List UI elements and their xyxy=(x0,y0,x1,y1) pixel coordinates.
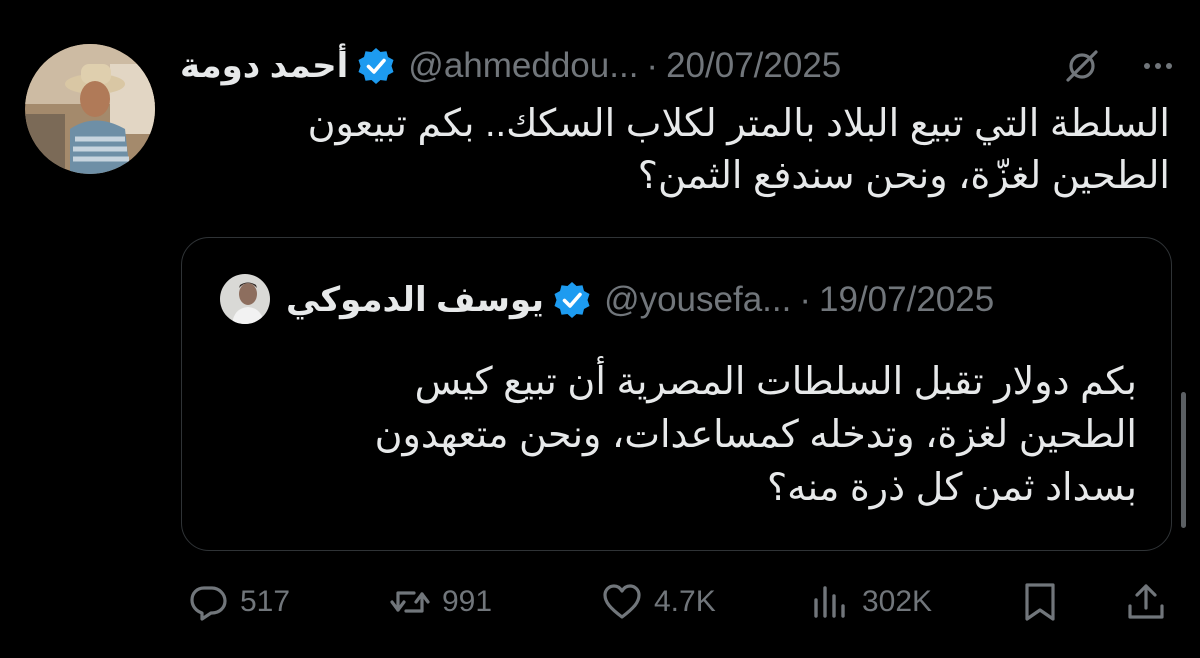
author-name[interactable]: أحمد دومة xyxy=(180,46,348,86)
bookmark-icon xyxy=(1025,583,1055,621)
meta-separator: · xyxy=(646,46,659,85)
share-icon xyxy=(1128,584,1164,619)
verified-badge-icon xyxy=(356,46,396,86)
meta-separator: · xyxy=(799,280,812,319)
heart-icon xyxy=(603,584,641,619)
reply-count: 517 xyxy=(240,585,291,618)
quoted-tweet-card[interactable]: يوسف الدموكي @yousefa... · 19/07/2025 بك… xyxy=(181,237,1172,551)
verified-badge-icon xyxy=(552,280,592,320)
views-chart-icon xyxy=(814,586,845,618)
tweet-text: السلطة التي تبيع البلاد بالمتر لكلاب الس… xyxy=(307,103,1170,197)
author-handle[interactable]: @ahmeddou... xyxy=(408,46,638,86)
tweet-header: أحمد دومة @ahmeddou... · 20/07/2025 xyxy=(180,40,1178,92)
quoted-author-avatar xyxy=(220,274,270,324)
views-button[interactable]: 302K xyxy=(808,574,932,630)
bookmark-button[interactable] xyxy=(1018,574,1072,630)
quoted-author-handle: @yousefa... xyxy=(604,280,792,319)
reply-button[interactable]: 517 xyxy=(186,574,290,630)
repost-icon xyxy=(390,591,430,613)
quoted-author-name: يوسف الدموكي xyxy=(286,281,545,319)
like-button[interactable]: 4.7K xyxy=(600,574,716,630)
repost-count: 991 xyxy=(442,585,493,618)
grok-icon[interactable] xyxy=(1062,46,1102,86)
repost-button[interactable]: 991 xyxy=(388,574,492,630)
more-options-icon[interactable] xyxy=(1138,46,1178,86)
author-avatar[interactable] xyxy=(25,44,155,174)
quoted-tweet-text: بكم دولار تقبل السلطات المصرية أن تبيع ك… xyxy=(374,361,1137,509)
share-button[interactable] xyxy=(1124,574,1178,630)
reply-icon xyxy=(190,586,227,621)
tweet-date[interactable]: 20/07/2025 xyxy=(666,46,841,86)
action-bar: 517 991 4.7K 302K xyxy=(0,574,1200,630)
quoted-tweet-date: 19/07/2025 xyxy=(819,280,995,319)
views-count: 302K xyxy=(862,585,933,618)
quoted-tweet-header: يوسف الدموكي @yousefa... · 19/07/2025 xyxy=(286,272,1141,328)
scrollbar[interactable] xyxy=(1181,392,1186,528)
like-count: 4.7K xyxy=(654,585,716,618)
